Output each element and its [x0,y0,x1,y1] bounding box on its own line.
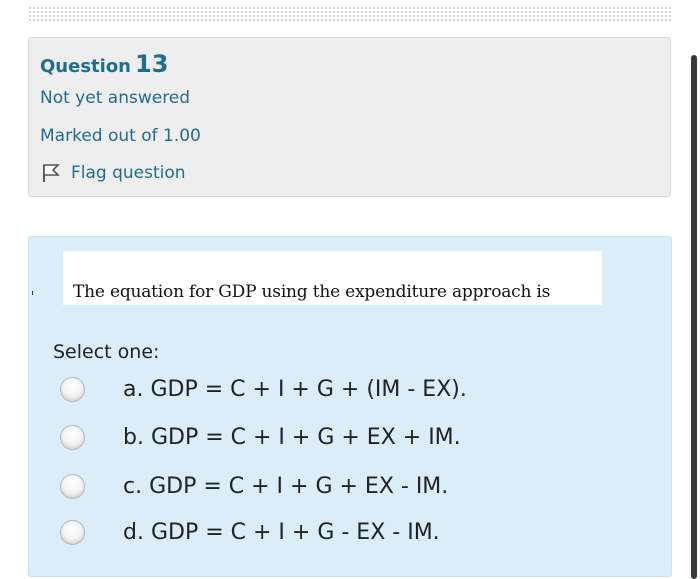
flag-question-link[interactable]: Flag question [40,162,186,184]
radio-unchecked-icon[interactable] [60,520,85,545]
question-content-panel: The equation for GDP using the expenditu… [28,236,672,577]
scrollbar[interactable] [691,55,697,579]
question-number: 13 [135,50,169,78]
radio-unchecked-icon[interactable] [60,425,85,450]
radio-unchecked-icon[interactable] [60,377,85,402]
select-one-prompt: Select one: [53,341,160,363]
flag-icon [43,164,60,182]
answer-text-a: a. GDP = C + I + G + (IM - EX). [123,377,467,402]
text-cursor-mark [32,291,33,295]
answer-text-d: d. GDP = C + I + G - EX - IM. [123,520,440,545]
question-state: Not yet answered [40,88,191,108]
answer-text-b: b. GDP = C + I + G + EX + IM. [123,425,461,450]
flag-question-label: Flag question [71,163,186,183]
radio-unchecked-icon[interactable] [60,474,85,499]
answer-option-a[interactable]: a. GDP = C + I + G + (IM - EX). [60,377,467,402]
question-text-image: The equation for GDP using the expenditu… [63,251,602,305]
question-info-panel: Question 13 Not yet answered Marked out o… [28,37,671,197]
answer-option-d[interactable]: d. GDP = C + I + G - EX - IM. [60,520,440,545]
question-text: The equation for GDP using the expenditu… [73,282,551,302]
dotted-divider [28,6,672,22]
answer-option-c[interactable]: c. GDP = C + I + G + EX - IM. [60,474,448,499]
answer-option-b[interactable]: b. GDP = C + I + G + EX + IM. [60,425,461,450]
question-grade: Marked out of 1.00 [40,126,201,146]
question-number-heading: Question 13 [40,50,168,78]
question-word: Question [40,56,131,77]
answer-text-c: c. GDP = C + I + G + EX - IM. [123,474,449,499]
